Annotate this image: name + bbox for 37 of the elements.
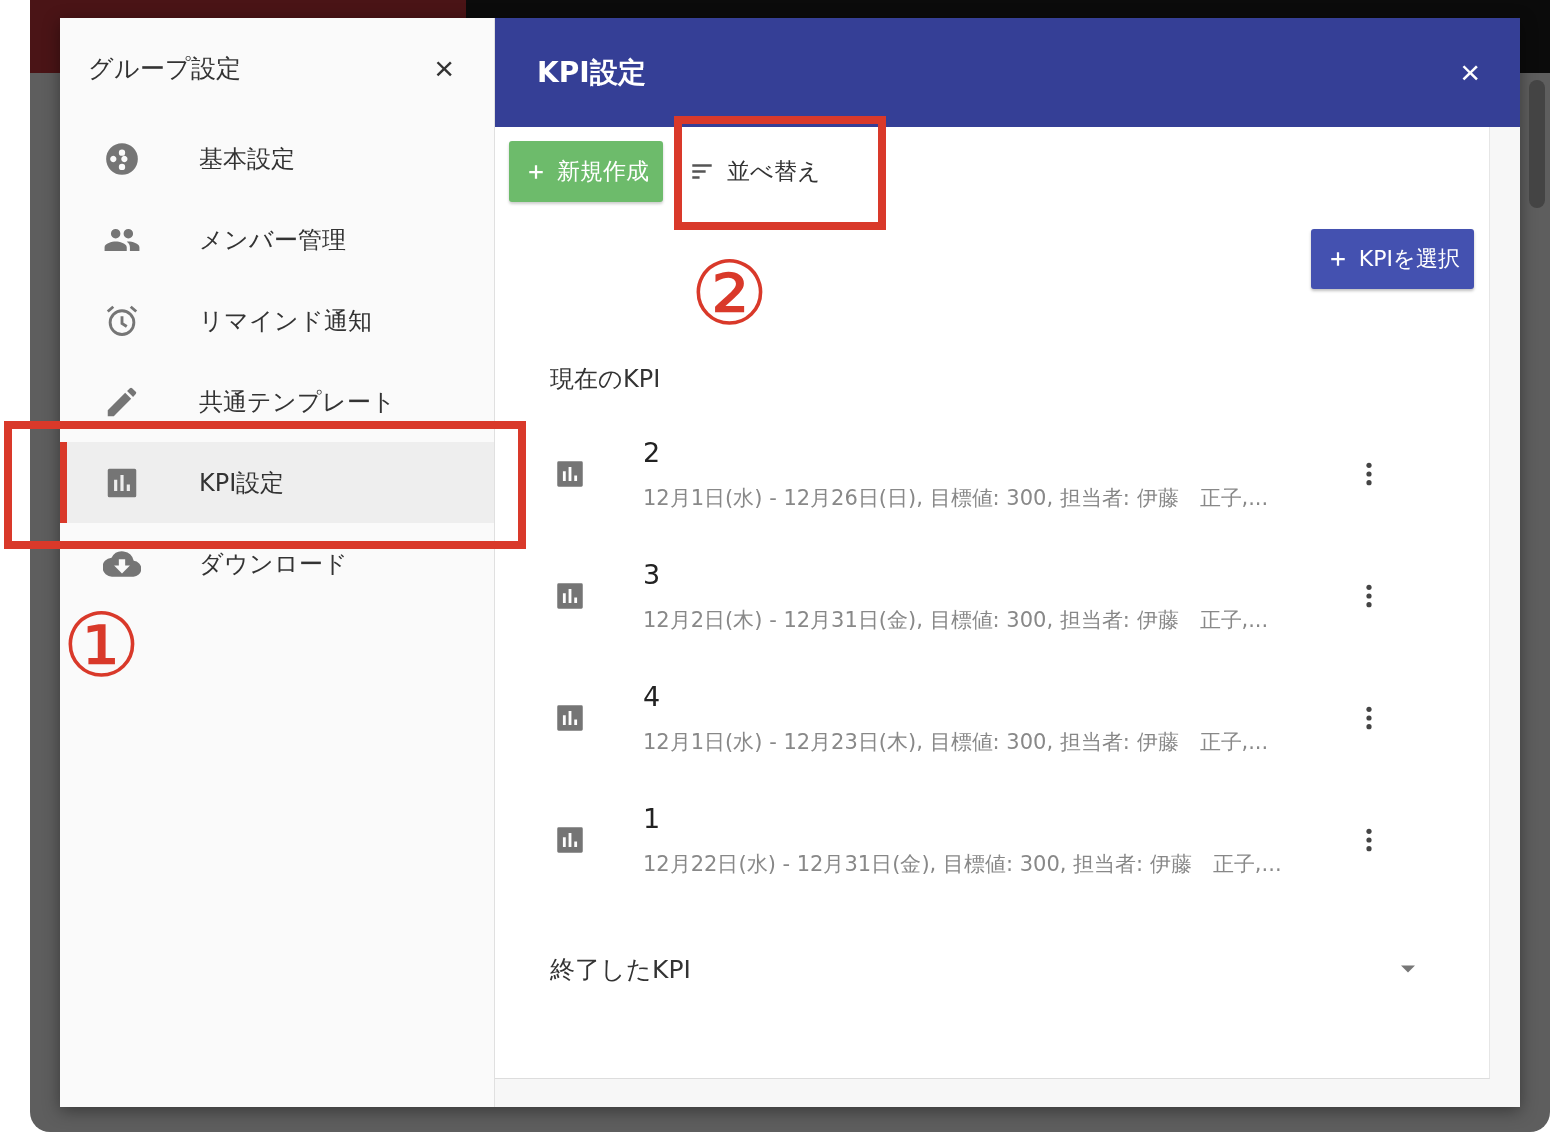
kpi-detail: 12月22日(水) - 12月31日(金), 目標値: 300, 担当者: 伊藤 正子,...: [643, 850, 1283, 878]
select-kpi-button[interactable]: KPIを選択: [1310, 229, 1474, 289]
sidebar-item[interactable]: KPI設定: [60, 442, 494, 523]
sidebar-item[interactable]: 共通テンプレート: [60, 361, 494, 442]
plus-icon: [527, 162, 545, 181]
step-number: ①: [62, 602, 141, 690]
scrollbar[interactable]: [1529, 80, 1545, 208]
more-icon[interactable]: [1365, 827, 1373, 853]
kpi-name: 4: [643, 680, 662, 712]
kpi-detail: 12月2日(木) - 12月31日(金), 目標値: 300, 担当者: 伊藤 正子,...: [643, 606, 1270, 634]
sidebar-item[interactable]: リマインド通知: [60, 280, 494, 361]
kpi-name: 1: [643, 802, 662, 834]
step-number: ②: [690, 250, 769, 338]
kpi-item[interactable]: 1 12月22日(水) - 12月31日(金), 目標値: 300, 担当者: 伊藤 正子,...: [509, 779, 1475, 901]
dialog-title: KPI設定: [537, 54, 646, 91]
more-icon[interactable]: [1365, 705, 1373, 731]
more-icon[interactable]: [1365, 583, 1373, 609]
more-icon[interactable]: [1365, 461, 1373, 487]
sidebar-title: グループ設定: [88, 52, 241, 85]
sort-icon: [691, 163, 713, 180]
sidebar-item[interactable]: ダウンロード: [60, 523, 494, 604]
kpi-item[interactable]: 4 12月1日(水) - 12月23日(木), 目標値: 300, 担当者: 伊藤 正子,...: [509, 657, 1475, 779]
kpi-name: 3: [643, 558, 662, 590]
kpi-item[interactable]: 2 12月1日(水) - 12月26日(日), 目標値: 300, 担当者: 伊藤 正子,...: [509, 413, 1475, 535]
kpi-item[interactable]: 3 12月2日(木) - 12月31日(金), 目標値: 300, 担当者: 伊藤 正子,...: [509, 535, 1475, 657]
sidebar-item[interactable]: 基本設定: [60, 118, 494, 199]
close-button[interactable]: ×: [1460, 53, 1480, 92]
close-button[interactable]: ×: [434, 48, 454, 88]
kpi-detail: 12月1日(水) - 12月23日(木), 目標値: 300, 担当者: 伊藤 正子,...: [643, 728, 1270, 756]
plus-icon: [1328, 250, 1347, 268]
sort-button[interactable]: 並べ替え: [683, 141, 829, 202]
kpi-name: 2: [643, 436, 662, 468]
sidebar-item[interactable]: メンバー管理: [60, 199, 494, 280]
kpi-detail: 12月1日(水) - 12月26日(日), 目標値: 300, 担当者: 伊藤 正子,...: [643, 484, 1270, 512]
caret-icon: [1401, 965, 1415, 973]
section-heading: 現在のKPI: [550, 364, 662, 395]
finished-kpi-section[interactable]: 終了したKPI: [509, 929, 1475, 1009]
